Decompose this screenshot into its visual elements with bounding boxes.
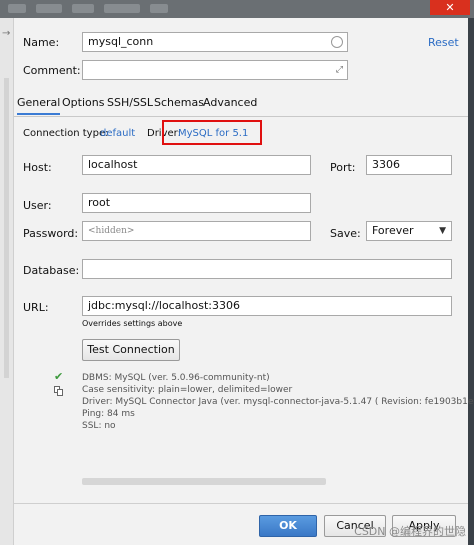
user-label: User: xyxy=(23,199,52,212)
watermark: CSDN @编程界的世隐 xyxy=(354,525,466,538)
reset-link[interactable]: Reset xyxy=(428,36,459,49)
menu-item-blurred[interactable] xyxy=(36,4,62,13)
color-circle-icon[interactable] xyxy=(331,36,343,48)
host-input[interactable]: localhost xyxy=(82,155,311,175)
footer-divider xyxy=(14,503,468,504)
expand-icon[interactable]: ⤢ xyxy=(336,61,343,79)
check-icon: ✔ xyxy=(54,370,64,383)
connection-type-link[interactable]: default xyxy=(100,128,135,139)
password-placeholder: <hidden> xyxy=(88,226,135,236)
highlight-box xyxy=(162,120,262,145)
user-input[interactable]: root xyxy=(82,193,311,213)
name-value: mysql_conn xyxy=(88,35,154,48)
result-line: Case sensitivity: plain=lower, delimited… xyxy=(82,385,293,395)
host-label: Host: xyxy=(23,161,52,174)
tab-ssh-ssl[interactable]: SSH/SSL xyxy=(107,96,153,113)
menu-item-blurred[interactable] xyxy=(72,4,94,13)
port-label: Port: xyxy=(330,161,356,174)
save-select[interactable]: Forever ▼ xyxy=(366,221,452,241)
password-label: Password: xyxy=(23,227,79,240)
name-label: Name: xyxy=(23,36,60,49)
result-line: Driver: MySQL Connector Java (ver. mysql… xyxy=(82,397,474,407)
tab-schemas[interactable]: Schemas xyxy=(154,96,204,113)
data-source-dialog: Name: mysql_conn Reset Comment: ⤢ Genera… xyxy=(14,18,474,545)
arrow-right-icon[interactable]: → xyxy=(2,28,10,39)
port-input[interactable]: 3306 xyxy=(366,155,452,175)
host-value: localhost xyxy=(88,158,138,171)
horizontal-scrollbar[interactable] xyxy=(82,478,326,485)
comment-input[interactable]: ⤢ xyxy=(82,60,348,80)
menu-item-blurred[interactable] xyxy=(8,4,26,13)
menu-bar: ✕ xyxy=(0,0,474,18)
tab-general[interactable]: General xyxy=(17,96,61,115)
left-panel-edge: → xyxy=(0,18,14,545)
save-label: Save: xyxy=(330,227,361,240)
url-input[interactable]: jdbc:mysql://localhost:3306 xyxy=(82,296,452,316)
tab-advanced[interactable]: Advanced xyxy=(203,96,257,113)
url-value: jdbc:mysql://localhost:3306 xyxy=(88,299,240,312)
save-select-value: Forever xyxy=(372,224,414,237)
url-label: URL: xyxy=(23,301,49,314)
menu-item-blurred[interactable] xyxy=(150,4,168,13)
result-line: Ping: 84 ms xyxy=(82,409,135,419)
ok-button[interactable]: OK xyxy=(259,515,317,537)
left-scrollbar[interactable] xyxy=(4,78,9,378)
result-line: SSL: no xyxy=(82,421,116,431)
user-value: root xyxy=(88,196,111,209)
result-line: DBMS: MySQL (ver. 5.0.96-community-nt) xyxy=(82,373,270,383)
menu-item-blurred[interactable] xyxy=(104,4,140,13)
tab-options[interactable]: Options xyxy=(62,96,104,113)
right-panel-edge xyxy=(468,18,474,545)
window-close-button[interactable]: ✕ xyxy=(430,0,470,15)
comment-label: Comment: xyxy=(23,64,81,77)
connection-type-label: Connection type: xyxy=(23,128,109,139)
name-input[interactable]: mysql_conn xyxy=(82,32,348,52)
database-label: Database: xyxy=(23,264,80,277)
port-value: 3306 xyxy=(372,158,400,171)
tab-divider xyxy=(14,116,468,117)
chevron-down-icon: ▼ xyxy=(439,226,446,236)
copy-icon[interactable] xyxy=(54,386,63,396)
password-input[interactable]: <hidden> xyxy=(82,221,311,241)
test-connection-button[interactable]: Test Connection xyxy=(82,339,180,361)
database-input[interactable] xyxy=(82,259,452,279)
url-note: Overrides settings above xyxy=(82,319,183,328)
